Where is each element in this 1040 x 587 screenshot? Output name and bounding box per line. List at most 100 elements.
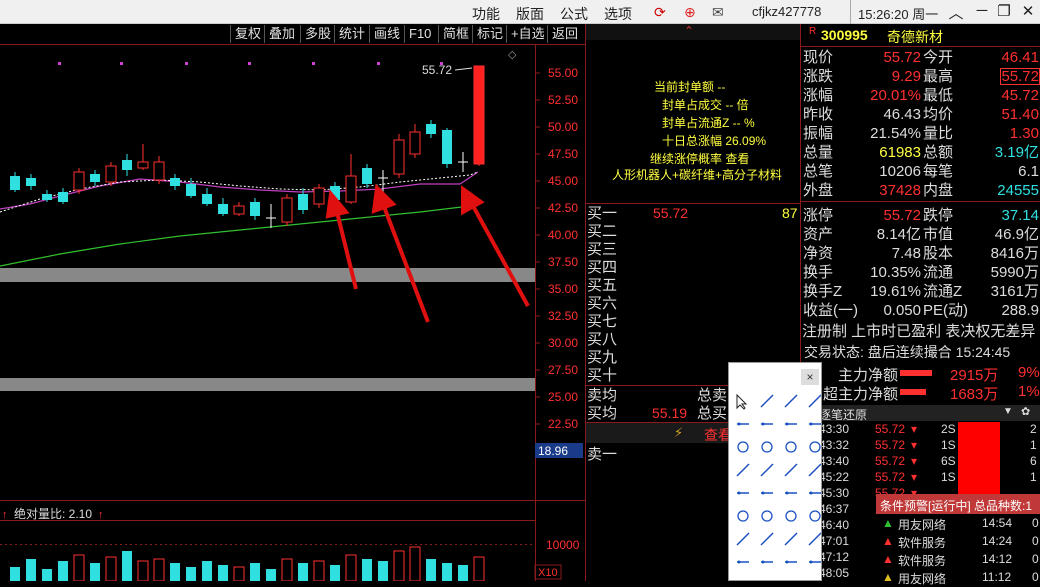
drawing-tool-icon[interactable] bbox=[737, 510, 749, 522]
buy-level-label: 买二 bbox=[587, 223, 618, 240]
drawing-tool-icon[interactable] bbox=[784, 394, 798, 408]
drawing-tool-icon[interactable] bbox=[760, 532, 774, 546]
menu-options[interactable]: 选项 bbox=[604, 4, 632, 24]
quote-label: 均价 bbox=[923, 106, 954, 123]
menu-formula[interactable]: 公式 bbox=[560, 4, 588, 24]
refresh-icon[interactable]: ⟳ bbox=[654, 4, 666, 21]
quote-label: 量比 bbox=[923, 125, 954, 142]
menu-function[interactable]: 功能 bbox=[472, 4, 500, 24]
diamond-icon[interactable]: ◇ bbox=[508, 49, 517, 61]
quote-label: 外盘 bbox=[803, 182, 834, 199]
alert-name[interactable]: 用友网络 bbox=[898, 570, 946, 587]
tick-header: 逐笔还原 ▼ ✿ bbox=[801, 405, 1040, 422]
drawing-tool-icon[interactable] bbox=[809, 560, 821, 564]
drawing-tool-icon[interactable] bbox=[785, 560, 797, 564]
drawing-tool-icon[interactable] bbox=[808, 463, 821, 477]
volume-bar bbox=[266, 569, 276, 581]
drawing-tool-icon[interactable] bbox=[736, 532, 750, 546]
drawing-tool-icon[interactable] bbox=[809, 491, 821, 495]
drawing-tool-icon[interactable] bbox=[785, 441, 797, 453]
minimize-icon[interactable]: ─ bbox=[970, 2, 994, 19]
kline-chart[interactable]: ◇ 55.72 55.00 52.50 50.00 47.50 45.00 42.50 40… bbox=[0, 44, 586, 581]
drawing-tool-icon[interactable] bbox=[761, 560, 773, 564]
drawing-tool-icon[interactable] bbox=[760, 463, 774, 477]
main-net-value: 2915万 bbox=[950, 367, 999, 384]
drawing-tool-icon[interactable] bbox=[809, 422, 821, 426]
drawing-tool-icon[interactable] bbox=[737, 422, 749, 426]
drawing-tool-icon[interactable] bbox=[785, 422, 797, 426]
quote-value: 0.050 bbox=[883, 302, 921, 319]
drawing-tool-icon[interactable] bbox=[736, 463, 750, 477]
mail-icon[interactable]: ✉ bbox=[712, 4, 724, 21]
drawing-tool-icon[interactable] bbox=[761, 441, 773, 453]
btn-multi[interactable]: 多股 bbox=[300, 25, 335, 43]
seal-vs-float: 封单占流通Z -- % bbox=[662, 116, 755, 130]
volume-bar bbox=[362, 559, 372, 581]
volume-bar bbox=[378, 561, 388, 581]
btn-fuquan[interactable]: 复权 bbox=[230, 25, 265, 43]
drawing-tool-icon[interactable] bbox=[785, 510, 797, 522]
drawing-tools[interactable] bbox=[731, 391, 821, 581]
drawing-tool-icon[interactable] bbox=[785, 491, 797, 495]
high-price-label: 55.72 bbox=[422, 63, 452, 77]
drawing-tool-icon[interactable] bbox=[784, 463, 798, 477]
btn-draw[interactable]: 画线 bbox=[369, 25, 404, 43]
drawing-tool-icon[interactable] bbox=[761, 422, 773, 426]
settings-icon[interactable]: ✿ bbox=[1021, 405, 1030, 418]
alert-name[interactable]: 软件服务 bbox=[898, 552, 946, 569]
drawing-tool-icon[interactable] bbox=[809, 510, 821, 522]
price-tick-label: 25.00 bbox=[548, 390, 578, 404]
volume-bar bbox=[281, 558, 293, 581]
drawing-tool-icon[interactable] bbox=[737, 441, 749, 453]
close-icon[interactable]: × bbox=[801, 369, 819, 385]
restore-icon[interactable]: ❐ bbox=[992, 2, 1016, 20]
drawing-tool-icon[interactable] bbox=[761, 491, 773, 495]
alert-count: 0 bbox=[1032, 570, 1039, 584]
alert-name[interactable]: 用友网络 bbox=[898, 516, 946, 533]
drawing-tool-icon[interactable] bbox=[784, 532, 798, 546]
drawing-tool-icon[interactable] bbox=[808, 394, 821, 408]
volume-bar bbox=[105, 556, 117, 581]
tick-count: 6 bbox=[1030, 454, 1037, 468]
drawing-tool-icon[interactable] bbox=[736, 393, 748, 410]
quote-value: 45.72 bbox=[1001, 87, 1039, 104]
btn-mark[interactable]: 标记 bbox=[472, 25, 507, 43]
menu-layout[interactable]: 版面 bbox=[516, 4, 544, 24]
tick-volume: 1S bbox=[941, 438, 956, 452]
tick-price: 55.72 bbox=[875, 470, 906, 484]
candle-body-down bbox=[42, 194, 52, 200]
drawing-tool-icon[interactable] bbox=[761, 510, 773, 522]
btn-add-fav[interactable]: +自选 bbox=[506, 25, 549, 43]
btn-frame[interactable]: 简框 bbox=[438, 25, 473, 43]
volume-bar bbox=[313, 560, 325, 581]
close-icon[interactable]: ✕ bbox=[1016, 2, 1040, 20]
btn-overlay[interactable]: 叠加 bbox=[264, 25, 299, 43]
tick-count: 1 bbox=[1030, 470, 1037, 484]
quote-value: 7.48 bbox=[891, 245, 921, 262]
chevron-up-icon[interactable]: ⌃ bbox=[684, 24, 694, 38]
drawing-tool-icon[interactable] bbox=[809, 441, 821, 453]
quote-label: 内盘 bbox=[923, 182, 954, 199]
drawing-tool-icon[interactable] bbox=[808, 532, 821, 546]
quote-value: 55.72 bbox=[883, 49, 921, 66]
quote-label: 振幅 bbox=[803, 125, 834, 142]
tick-price: 55.72 bbox=[875, 438, 906, 452]
quote-value: 1.30 bbox=[1009, 125, 1039, 142]
btn-stats[interactable]: 统计 bbox=[334, 25, 369, 43]
dropdown-icon[interactable]: ▼ bbox=[1003, 406, 1013, 417]
alert-count: 0 bbox=[1032, 552, 1039, 566]
drawing-tool-icon[interactable] bbox=[737, 560, 749, 564]
alert-name[interactable]: 软件服务 bbox=[898, 534, 946, 551]
shield-icon[interactable]: ⊕ bbox=[684, 4, 696, 21]
chevron-up-icon[interactable]: ︿ bbox=[944, 2, 968, 23]
candle-body-down bbox=[58, 192, 68, 202]
continue-limit-prob[interactable]: 继续涨停概率 查看 bbox=[650, 150, 749, 167]
lightning-icon: ⚡ bbox=[674, 425, 684, 440]
btn-f10[interactable]: F10 bbox=[404, 25, 435, 43]
drawing-tool-icon[interactable] bbox=[737, 491, 749, 495]
drawing-tool-icon[interactable] bbox=[760, 394, 774, 408]
ten-day-gain: 十日总涨幅 26.09% bbox=[662, 134, 767, 148]
quote-value: 55.72 bbox=[883, 207, 921, 224]
btn-back[interactable]: 返回 bbox=[547, 25, 582, 43]
tick-title: 逐笔还原 bbox=[819, 408, 868, 422]
